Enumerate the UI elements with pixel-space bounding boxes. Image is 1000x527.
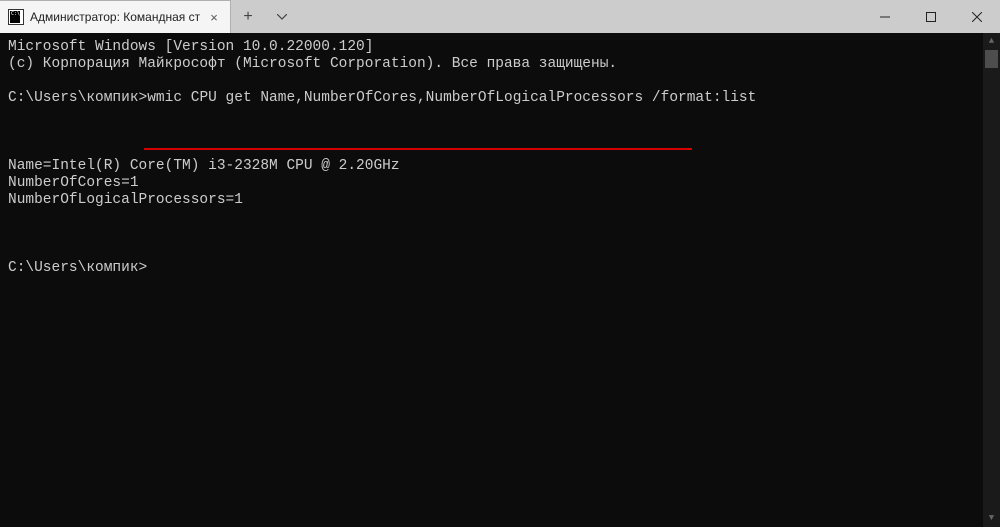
tab-active[interactable]: Администратор: Командная ст × [0, 0, 231, 33]
command-text: wmic CPU get Name,NumberOfCores,NumberOf… [147, 90, 756, 106]
scrollbar-track[interactable] [983, 50, 1000, 510]
tab-title: Администратор: Командная ст [30, 10, 200, 24]
scroll-up-arrow[interactable]: ▲ [983, 33, 1000, 50]
output-cpu-name: Name=Intel(R) Core(TM) i3-2328M CPU @ 2.… [8, 158, 400, 174]
maximize-icon [926, 12, 936, 22]
titlebar: Администратор: Командная ст × + [0, 0, 1000, 33]
command-underline-annotation [144, 148, 692, 150]
prompt-path: C:\Users\компик> [8, 260, 147, 276]
copyright-line: (c) Корпорация Майкрософт (Microsoft Cor… [8, 56, 617, 72]
close-icon [972, 12, 982, 22]
close-window-button[interactable] [954, 0, 1000, 33]
vertical-scrollbar[interactable]: ▲ ▼ [983, 33, 1000, 527]
terminal-content[interactable]: Microsoft Windows [Version 10.0.22000.12… [0, 33, 1000, 527]
terminal-window: Администратор: Командная ст × + Microsof… [0, 0, 1000, 527]
output-cpu-cores: NumberOfCores=1 [8, 175, 139, 191]
minimize-icon [880, 12, 890, 22]
chevron-down-icon [277, 14, 287, 20]
tab-dropdown-button[interactable] [265, 0, 299, 33]
output-cpu-logical: NumberOfLogicalProcessors=1 [8, 192, 243, 208]
prompt-path: C:\Users\компик> [8, 90, 147, 106]
scrollbar-thumb[interactable] [985, 50, 998, 68]
minimize-button[interactable] [862, 0, 908, 33]
cmd-icon [8, 9, 24, 25]
plus-icon: + [243, 8, 252, 26]
version-line: Microsoft Windows [Version 10.0.22000.12… [8, 39, 373, 55]
new-tab-button[interactable]: + [231, 0, 265, 33]
maximize-button[interactable] [908, 0, 954, 33]
tab-close-button[interactable]: × [206, 9, 222, 25]
window-controls [862, 0, 1000, 33]
scroll-down-arrow[interactable]: ▼ [983, 510, 1000, 527]
close-icon: × [210, 10, 218, 25]
